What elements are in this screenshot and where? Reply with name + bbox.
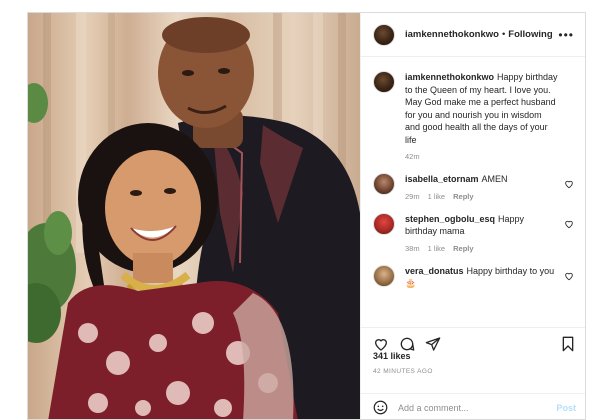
comment-icon[interactable] (399, 336, 415, 352)
reply-button[interactable]: Reply (453, 192, 473, 201)
comment-time: 29m (405, 191, 420, 201)
caption-username[interactable]: iamkennethokonkwo (405, 72, 494, 82)
comment-heart-icon[interactable] (564, 219, 574, 229)
caption: iamkennethokonkwo Happy birthday to the Q… (361, 71, 585, 161)
comment-text: AMEN (481, 174, 508, 184)
commenter-avatar[interactable] (373, 212, 395, 235)
post-header: iamkennethokonkwo • Following ••• (361, 13, 585, 57)
commenter-avatar[interactable] (373, 264, 395, 287)
add-comment-bar: Post (361, 393, 585, 419)
comment-meta: 38m 1 like Reply (405, 244, 558, 253)
caption-time: 42m (405, 152, 420, 161)
author-username[interactable]: iamkennethokonkwo (405, 29, 499, 40)
bookmark-icon[interactable] (560, 336, 576, 352)
follow-status[interactable]: Following (508, 29, 552, 40)
instagram-post-frame: iamkennethokonkwo • Following ••• iamkenne… (27, 12, 586, 420)
post-photo[interactable] (28, 13, 360, 419)
comment-heart-icon[interactable] (564, 179, 574, 189)
comment-item: stephen_ogbolu_esq Happy birthday mama 38… (361, 212, 585, 253)
post-button[interactable]: Post (556, 403, 576, 413)
comment-input[interactable] (398, 402, 548, 413)
commenter-avatar[interactable] (373, 173, 395, 195)
separator-dot: • (501, 29, 506, 40)
more-icon[interactable]: ••• (558, 28, 574, 42)
caption-meta: 42m (405, 152, 558, 161)
reply-button[interactable]: Reply (453, 244, 473, 253)
comments-list: iamkennethokonkwo Happy birthday to the Q… (361, 71, 585, 302)
author-line: iamkennethokonkwo • Following (405, 29, 553, 40)
comment-likes[interactable]: 1 like (428, 192, 446, 201)
smiley-icon[interactable] (373, 400, 388, 415)
comment-time: 38m (405, 243, 420, 253)
heart-icon[interactable] (373, 336, 389, 352)
commenter-username[interactable]: vera_donatus (405, 266, 464, 276)
comment-meta: 29m 1 like Reply (405, 192, 558, 201)
caption-avatar[interactable] (373, 71, 395, 93)
comment-likes[interactable]: 1 like (428, 244, 446, 253)
post-side-panel: iamkennethokonkwo • Following ••• iamkenne… (360, 13, 585, 419)
comment-item: vera_donatus Happy birthday to you 🎂 (361, 264, 585, 290)
comment-item: isabella_etornam AMEN 29m 1 like Reply (361, 173, 585, 201)
post-timestamp: 42 MINUTES AGO (373, 368, 433, 375)
likes-count[interactable]: 341 likes (373, 351, 411, 361)
share-icon[interactable] (425, 336, 441, 352)
couple-photo-illustration (28, 13, 360, 419)
commenter-username[interactable]: isabella_etornam (405, 174, 479, 184)
author-avatar[interactable] (373, 23, 395, 46)
commenter-username[interactable]: stephen_ogbolu_esq (405, 214, 495, 224)
caption-text: Happy birthday to the Queen of my heart.… (405, 72, 558, 145)
comment-heart-icon[interactable] (564, 271, 574, 281)
